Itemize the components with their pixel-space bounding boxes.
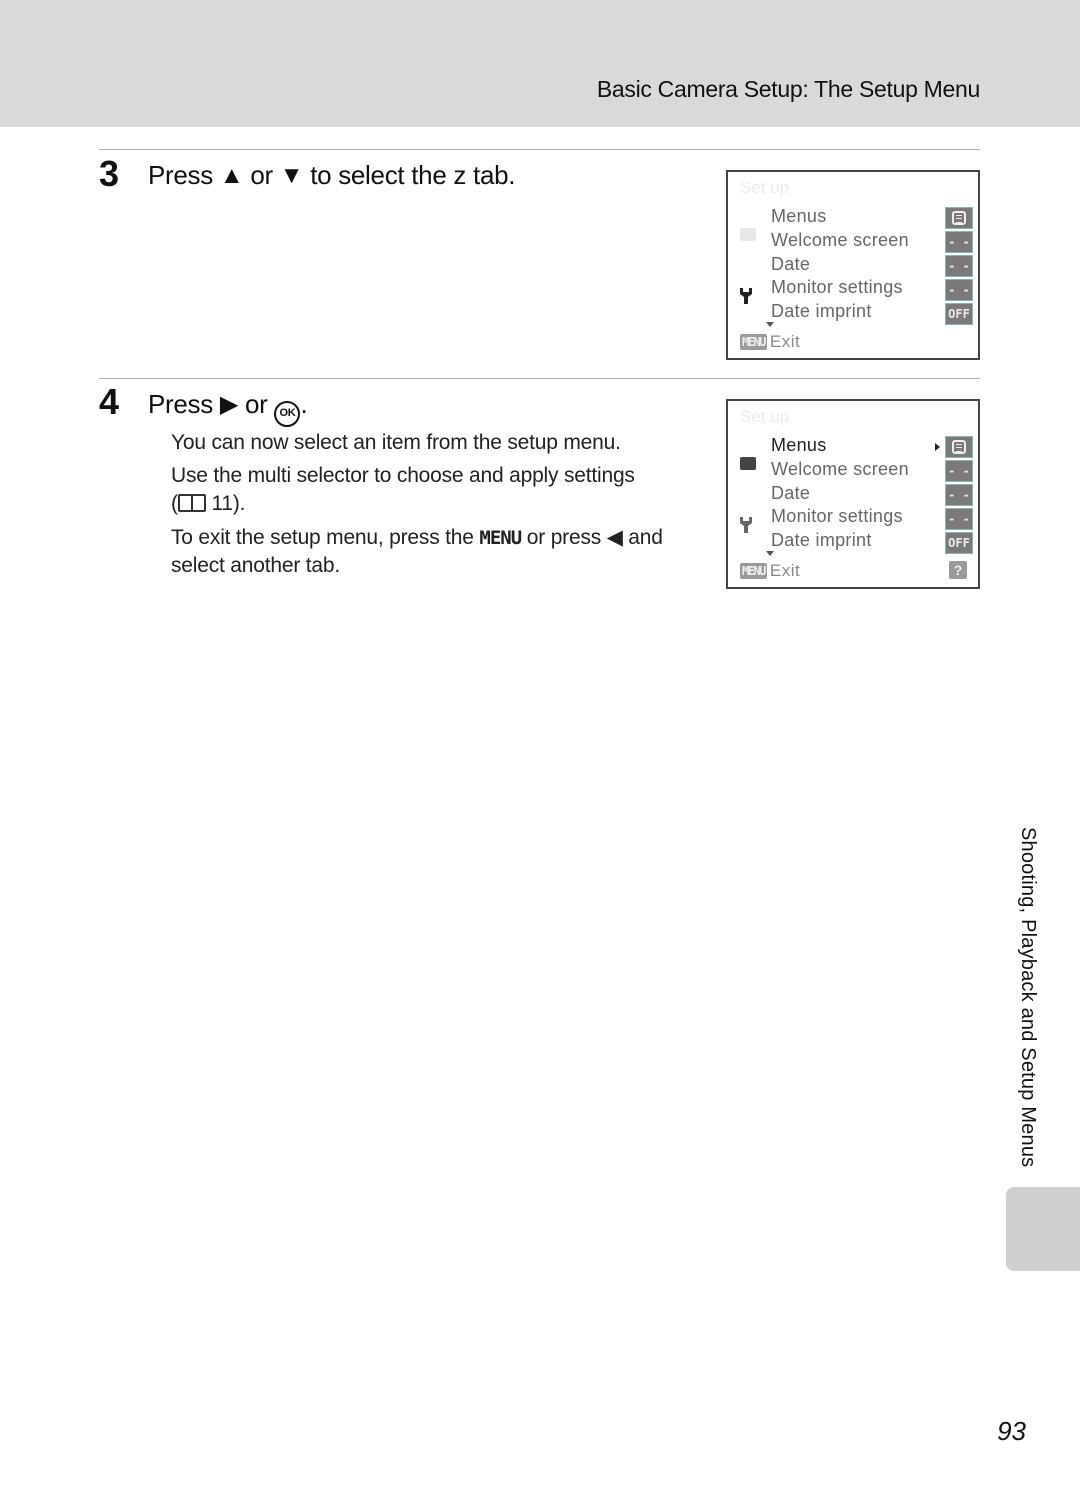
body-text: and	[628, 526, 663, 549]
screen-menu-list: Menus Welcome screen Date Monitor settin…	[771, 206, 909, 325]
body-text: (	[171, 492, 178, 515]
value-date-imprint: OFF	[945, 532, 973, 554]
list-icon	[945, 436, 973, 458]
menu-item-monitor-settings[interactable]: Monitor settings	[771, 506, 909, 530]
or-text: or	[245, 389, 268, 419]
exit-label: Exit	[769, 561, 801, 580]
step-number: 3	[99, 153, 120, 194]
header-band	[0, 0, 1080, 127]
value-welcome-screen: - -	[945, 460, 973, 482]
menu-item-welcome-screen[interactable]: Welcome screen	[771, 459, 909, 483]
period: .	[300, 389, 308, 419]
page-number: 93	[997, 1416, 1026, 1446]
page-reference: 11).	[211, 492, 246, 515]
right-arrow-icon: ▶	[219, 391, 239, 418]
body-text: or press	[526, 526, 602, 549]
screen-footer: MENU Exit	[740, 561, 800, 581]
value-date-imprint: OFF	[945, 303, 973, 325]
value-column: - - - - - - OFF	[945, 436, 973, 556]
section-side-label: Shooting, Playback and Setup Menus	[1017, 827, 1039, 1168]
wrench-icon	[740, 288, 752, 304]
body-text: To exit the setup menu, press the	[171, 526, 474, 549]
menu-item-menus[interactable]: Menus	[771, 435, 909, 459]
menu-item-monitor-settings[interactable]: Monitor settings	[771, 277, 909, 301]
step-body-paragraph: You can now select an item from the setu…	[171, 431, 621, 454]
press-text: Press	[148, 160, 213, 190]
body-text: select another tab.	[171, 554, 340, 577]
value-monitor-settings: - -	[945, 508, 973, 530]
scroll-down-icon	[766, 551, 774, 556]
divider	[99, 149, 980, 150]
screen-menu-list: Menus Welcome screen Date Monitor settin…	[771, 435, 909, 554]
value-welcome-screen: - -	[945, 231, 973, 253]
list-icon	[945, 207, 973, 229]
screen-title: Set up	[740, 178, 790, 197]
menu-button-icon: MENU	[740, 563, 767, 579]
camera-screen-2: Set up Menus Welcome screen Date Monitor…	[726, 399, 980, 589]
value-date: - -	[945, 484, 973, 506]
step-number: 4	[99, 381, 120, 422]
press-text: Press	[148, 389, 213, 419]
step-title: Press ▲ or ▼ to select the z tab.	[148, 160, 516, 191]
header-title: Basic Camera Setup: The Setup Menu	[596, 76, 980, 102]
camera-icon	[740, 228, 756, 241]
menu-item-date[interactable]: Date	[771, 254, 909, 278]
divider	[99, 378, 980, 379]
or-text: or	[250, 160, 273, 190]
camera-icon	[740, 457, 756, 470]
step-title: Press ▶ or OK.	[148, 389, 308, 427]
menu-button-label: MENU	[479, 527, 522, 549]
ok-button-icon: OK	[274, 401, 301, 427]
menu-item-welcome-screen[interactable]: Welcome screen	[771, 230, 909, 254]
value-monitor-settings: - -	[945, 279, 973, 301]
menu-item-menus[interactable]: Menus	[771, 206, 909, 230]
up-arrow-icon: ▲	[219, 162, 244, 189]
selection-arrow-icon	[935, 443, 940, 451]
help-icon: ?	[949, 561, 967, 579]
menu-button-icon: MENU	[740, 334, 767, 350]
exit-label: Exit	[769, 332, 801, 351]
left-arrow-icon: ◀	[606, 526, 623, 549]
screen-title: Set up	[740, 407, 790, 426]
value-date: - -	[945, 255, 973, 277]
menu-item-date[interactable]: Date	[771, 483, 909, 507]
scroll-down-icon	[766, 322, 774, 327]
menu-item-date-imprint[interactable]: Date imprint	[771, 301, 909, 325]
book-reference-icon	[177, 494, 206, 512]
camera-screen-1: Set up Menus Welcome screen Date Monitor…	[726, 170, 980, 360]
section-thumb-tab	[1006, 1187, 1080, 1271]
step-body-paragraph: To exit the setup menu, press the MENU o…	[171, 524, 701, 580]
menu-item-date-imprint[interactable]: Date imprint	[771, 530, 909, 554]
body-text: Use the multi selector to choose and app…	[171, 464, 635, 487]
screen-footer: MENU Exit	[740, 332, 800, 352]
wrench-icon	[740, 517, 752, 533]
down-arrow-icon: ▼	[279, 162, 304, 189]
step-title-rest: to select the z tab.	[310, 160, 516, 190]
value-column: - - - - - - OFF	[945, 207, 973, 327]
step-body-paragraph: Use the multi selector to choose and app…	[171, 462, 701, 518]
